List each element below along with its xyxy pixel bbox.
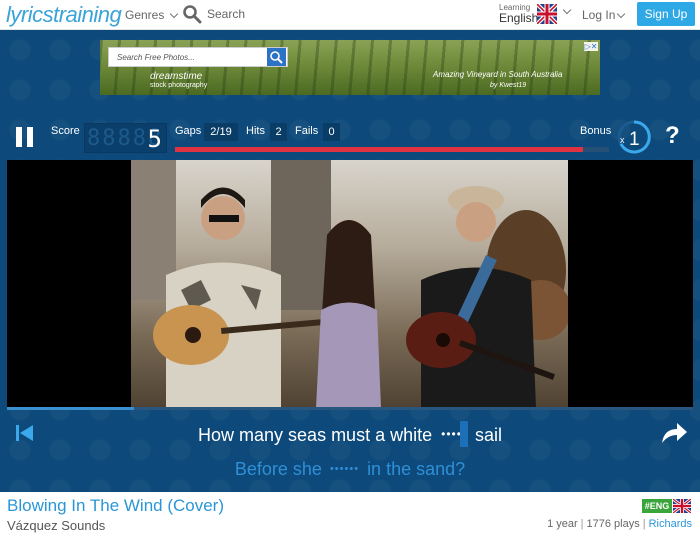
share-icon[interactable] xyxy=(660,421,688,445)
fails-count: 0 xyxy=(323,123,340,141)
artist-link[interactable]: Vázquez Sounds xyxy=(7,518,105,533)
gaps-label: Gaps xyxy=(175,125,202,137)
bonus-indicator: x 1 xyxy=(617,120,651,154)
ad-brand-sub: stock photography xyxy=(150,82,208,89)
score-label: Score xyxy=(51,125,80,137)
pause-icon xyxy=(27,127,33,147)
ad-close-icon[interactable]: ▷✕ xyxy=(584,42,598,51)
ad-search-icon[interactable] xyxy=(267,48,286,66)
search-icon xyxy=(183,5,202,24)
site-logo[interactable]: lyricstraining xyxy=(6,2,122,28)
fails-label: Fails xyxy=(295,125,319,137)
gaps-count: 2/19 xyxy=(204,123,238,141)
ad-brand: dreamstime xyxy=(150,71,203,82)
logo-text: lyricstraining xyxy=(6,2,122,27)
bonus-multiplier: 1 xyxy=(629,129,640,150)
language-badge: #ENG xyxy=(642,499,672,513)
score-display: 88888 5 xyxy=(84,123,167,153)
video-seek-bar[interactable] xyxy=(7,407,693,410)
chevron-down-icon xyxy=(170,9,179,18)
next-lyric-line: Before she •••••• in the sand? xyxy=(0,459,700,480)
hits-count: 2 xyxy=(270,123,287,141)
song-title-link[interactable]: Blowing In The Wind (Cover) xyxy=(7,496,224,516)
current-lyric-gap[interactable]: •••• xyxy=(441,427,462,441)
video-frame xyxy=(131,160,568,408)
search-button[interactable]: Search xyxy=(182,4,245,24)
video-scene xyxy=(131,160,568,408)
hits-label: Hits xyxy=(246,125,265,137)
next-lyric-after: in the sand? xyxy=(367,459,466,479)
language-name: English xyxy=(499,11,539,25)
ad-credit: by Kwest19 xyxy=(490,82,527,89)
uk-flag-icon xyxy=(673,499,691,513)
current-lyric-line: How many seas must a white •••• sail xyxy=(0,421,700,447)
next-lyric-before: Before she xyxy=(234,459,322,479)
current-lyric-after: sail xyxy=(474,425,502,445)
score-value: 5 xyxy=(147,125,162,153)
chevron-down-icon[interactable] xyxy=(562,5,572,15)
ad-banner[interactable]: Search Free Photos... dreamstime stock p… xyxy=(100,40,600,95)
next-lyric-gap: •••••• xyxy=(329,463,360,475)
help-button[interactable]: ? xyxy=(665,122,680,150)
video-player[interactable] xyxy=(7,160,693,408)
song-progress-fill xyxy=(175,147,583,152)
uk-flag-icon[interactable] xyxy=(537,4,557,24)
song-plays: 1776 plays xyxy=(586,518,640,530)
ad-caption: Amazing Vineyard in South Australia xyxy=(433,70,563,79)
pause-icon xyxy=(16,127,22,147)
pause-button[interactable] xyxy=(16,127,34,147)
learning-language-selector[interactable]: Learning English xyxy=(499,3,538,25)
author-link[interactable]: Richards xyxy=(649,518,692,530)
chevron-down-icon xyxy=(617,9,626,18)
current-lyric-before: How many seas must a white xyxy=(198,425,433,445)
login-menu[interactable]: Log In xyxy=(582,8,626,22)
song-age: 1 year xyxy=(547,518,578,530)
genres-menu[interactable]: Genres xyxy=(125,8,179,22)
login-label: Log In xyxy=(582,8,616,22)
song-meta: 1 year | 1776 plays | Richards xyxy=(547,518,692,530)
genres-label: Genres xyxy=(125,8,165,22)
song-progress-bar xyxy=(175,147,609,152)
bonus-prefix: x xyxy=(620,135,625,145)
bonus-label: Bonus xyxy=(580,125,612,137)
ad-search-input[interactable]: Search Free Photos... xyxy=(108,47,288,67)
text-cursor xyxy=(459,421,468,447)
signup-button[interactable]: Sign Up xyxy=(637,2,695,26)
video-seek-fill xyxy=(7,407,134,410)
top-navigation: lyricstraining Genres Search Learning En… xyxy=(0,0,700,30)
search-label: Search xyxy=(207,7,246,21)
